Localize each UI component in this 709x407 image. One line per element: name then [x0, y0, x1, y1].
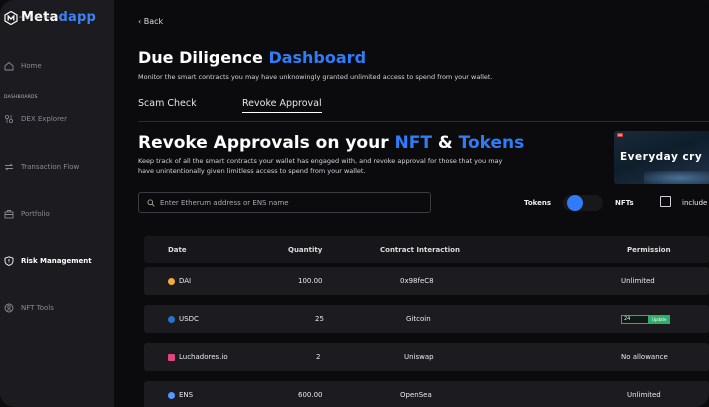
- table-row[interactable]: Luchadores.io 2 Uniswap No allowance: [144, 343, 709, 371]
- tab-revoke-approval[interactable]: Revoke Approval: [242, 98, 322, 113]
- search-field[interactable]: [138, 192, 431, 213]
- logo-icon: [4, 10, 18, 25]
- page-subtitle: Monitor the smart contracts you may have…: [138, 73, 493, 81]
- quantity-cell: 100.00: [298, 277, 323, 285]
- table-row[interactable]: DAI 100.00 0x98feC8 Unlimited: [144, 267, 709, 295]
- tokens-nfts-toggle[interactable]: [563, 195, 603, 211]
- quantity-cell: 25: [315, 315, 324, 323]
- permission-cell: No allowance: [621, 353, 668, 361]
- table-header-row: Date Quantity Contract Interaction Permi…: [144, 236, 709, 263]
- back-label: Back: [143, 17, 164, 26]
- table-row[interactable]: USDC 25 Gitcoin 24 Update: [144, 305, 709, 333]
- allowance-input[interactable]: 24: [621, 314, 649, 324]
- banner-text: Everyday cry: [620, 151, 703, 163]
- nft-icon: [4, 303, 14, 313]
- tab-bar: Scam Check Revoke Approval: [138, 97, 709, 122]
- column-header-quantity: Quantity: [288, 245, 323, 254]
- app-window: Metadapp All-in-one Web3 Superapp Home D…: [0, 0, 709, 407]
- permission-cell: Unlimited: [621, 277, 655, 285]
- sidebar-item-label: Risk Management: [21, 257, 92, 265]
- sidebar-item-label: DEX Explorer: [21, 115, 67, 123]
- permission-cell: Unlimited: [627, 391, 661, 399]
- brand-tagline: All-in-one Web3 Superapp: [19, 15, 59, 19]
- section-title: Revoke Approvals on your NFT & Tokens: [138, 133, 525, 153]
- include-label: include: [682, 199, 708, 207]
- ad-badge: AD: [617, 133, 623, 137]
- chevron-left-icon: ‹: [138, 17, 142, 26]
- ens-icon: [168, 391, 175, 399]
- token-cell: DAI: [168, 267, 191, 295]
- sidebar: Metadapp All-in-one Web3 Superapp Home D…: [0, 0, 114, 407]
- tab-scam-check[interactable]: Scam Check: [138, 98, 197, 109]
- briefcase-icon: [4, 210, 14, 219]
- back-button[interactable]: ‹ Back: [138, 17, 163, 26]
- section-description: Keep track of all the smart contracts yo…: [138, 157, 503, 175]
- page-title: Due Diligence Dashboard: [138, 48, 367, 67]
- token-cell: ENS: [168, 381, 193, 407]
- contract-cell: Uniswap: [404, 353, 434, 361]
- sidebar-item-label: Transaction Flow: [21, 163, 80, 171]
- token-cell: USDC: [168, 305, 199, 333]
- column-header-contract: Contract Interaction: [380, 245, 460, 254]
- permission-cell: 24 Update: [621, 305, 670, 333]
- quantity-cell: 2: [316, 353, 321, 361]
- include-checkbox[interactable]: [660, 196, 671, 207]
- search-input[interactable]: [160, 198, 420, 207]
- sidebar-section-label: DASHBOARDS: [4, 95, 38, 100]
- sidebar-item-label: Home: [21, 62, 42, 70]
- contract-cell: OpenSea: [400, 391, 432, 399]
- token-cell: Luchadores.io: [168, 343, 228, 371]
- dex-icon: [4, 114, 14, 124]
- column-header-date: Date: [168, 245, 187, 254]
- tokens-label: Tokens: [524, 199, 552, 207]
- sidebar-item-dex-explorer[interactable]: DEX Explorer: [4, 114, 67, 124]
- update-button[interactable]: Update: [649, 314, 670, 324]
- usdc-icon: [168, 315, 175, 323]
- dai-icon: [168, 277, 175, 285]
- sidebar-item-home[interactable]: Home: [4, 61, 42, 71]
- contract-cell: 0x98feC8: [400, 277, 434, 285]
- sidebar-item-nft-tools[interactable]: NFT Tools: [4, 303, 54, 313]
- shield-icon: [4, 256, 14, 266]
- sidebar-item-transaction-flow[interactable]: Transaction Flow: [4, 162, 79, 172]
- sidebar-item-portfolio[interactable]: Portfolio: [4, 209, 50, 219]
- sidebar-item-label: Portfolio: [21, 210, 50, 218]
- luchadores-icon: [168, 353, 175, 361]
- search-icon: [147, 198, 155, 207]
- toggle-knob: [567, 195, 583, 211]
- sidebar-item-label: NFT Tools: [21, 304, 54, 312]
- contract-cell: Gitcoin: [406, 315, 431, 323]
- nfts-label: NFTs: [615, 199, 634, 207]
- sidebar-item-risk-management[interactable]: Risk Management: [4, 256, 92, 266]
- main-content: ‹ Back Due Diligence Dashboard Monitor t…: [114, 0, 709, 407]
- table-row[interactable]: ENS 600.00 OpenSea Unlimited: [144, 381, 709, 407]
- quantity-cell: 600.00: [298, 391, 323, 399]
- column-header-permission: Permission: [627, 245, 671, 254]
- home-icon: [4, 61, 14, 71]
- banner-glow: [644, 171, 709, 184]
- ad-banner[interactable]: AD Everyday cry: [614, 131, 709, 184]
- arrows-icon: [4, 163, 14, 171]
